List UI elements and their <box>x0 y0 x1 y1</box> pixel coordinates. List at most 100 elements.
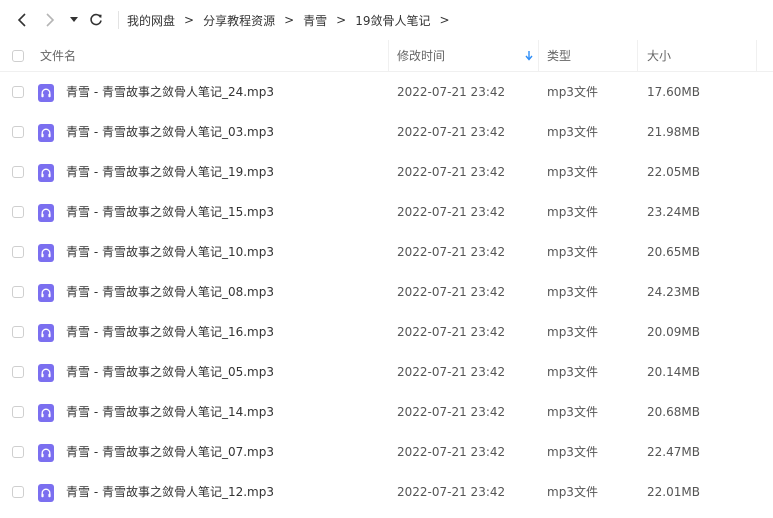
audio-file-icon <box>38 84 54 102</box>
file-row[interactable]: 青雪 - 青雪故事之敛骨人笔记_05.mp3 2022-07-21 23:42 … <box>0 352 773 392</box>
back-button[interactable] <box>12 10 32 30</box>
file-size: 23.24MB <box>647 205 700 219</box>
file-row[interactable]: 青雪 - 青雪故事之敛骨人笔记_14.mp3 2022-07-21 23:42 … <box>0 392 773 432</box>
file-type: mp3文件 <box>547 485 598 499</box>
audio-file-icon <box>38 364 54 382</box>
file-modified-time: 2022-07-21 23:42 <box>397 285 506 299</box>
audio-file-icon <box>38 444 54 462</box>
column-header-modified-label: 修改时间 <box>397 49 446 63</box>
file-name[interactable]: 青雪 - 青雪故事之敛骨人笔记_16.mp3 <box>66 312 274 352</box>
file-modified-time: 2022-07-21 23:42 <box>397 125 506 139</box>
chevron-left-icon <box>17 13 26 27</box>
select-all-checkbox[interactable] <box>12 50 24 62</box>
file-row[interactable]: 青雪 - 青雪故事之敛骨人笔记_15.mp3 2022-07-21 23:42 … <box>0 192 773 232</box>
row-checkbox[interactable] <box>12 486 24 498</box>
column-header-name-label: 文件名 <box>40 49 77 63</box>
file-modified-time: 2022-07-21 23:42 <box>397 485 506 499</box>
audio-file-icon <box>38 324 54 342</box>
file-size: 22.05MB <box>647 165 700 179</box>
file-type: mp3文件 <box>547 125 598 139</box>
breadcrumb-item-current-folder[interactable]: 19敛骨人笔记 <box>355 12 430 29</box>
toolbar-divider <box>118 11 119 29</box>
file-name[interactable]: 青雪 - 青雪故事之敛骨人笔记_07.mp3 <box>66 432 274 472</box>
row-checkbox[interactable] <box>12 326 24 338</box>
file-row[interactable]: 青雪 - 青雪故事之敛骨人笔记_03.mp3 2022-07-21 23:42 … <box>0 112 773 152</box>
chevron-right-icon <box>46 13 55 27</box>
row-checkbox[interactable] <box>12 86 24 98</box>
row-checkbox[interactable] <box>12 286 24 298</box>
file-row[interactable]: 青雪 - 青雪故事之敛骨人笔记_08.mp3 2022-07-21 23:42 … <box>0 272 773 312</box>
breadcrumb-item-my-drive[interactable]: 我的网盘 <box>127 12 175 29</box>
file-name[interactable]: 青雪 - 青雪故事之敛骨人笔记_15.mp3 <box>66 192 274 232</box>
breadcrumb-separator: > <box>184 13 195 27</box>
forward-button[interactable] <box>40 10 60 30</box>
row-checkbox[interactable] <box>12 246 24 258</box>
file-name[interactable]: 青雪 - 青雪故事之敛骨人笔记_05.mp3 <box>66 352 274 392</box>
file-size: 24.23MB <box>647 285 700 299</box>
caret-down-icon <box>70 17 78 22</box>
breadcrumb: 我的网盘 > 分享教程资源 > 青雪 > 19敛骨人笔记 > <box>127 12 459 29</box>
file-size: 21.98MB <box>647 125 700 139</box>
column-header-type-label: 类型 <box>547 49 572 63</box>
file-modified-time: 2022-07-21 23:42 <box>397 245 506 259</box>
file-modified-time: 2022-07-21 23:42 <box>397 325 506 339</box>
file-type: mp3文件 <box>547 205 598 219</box>
toolbar: 我的网盘 > 分享教程资源 > 青雪 > 19敛骨人笔记 > <box>0 0 773 40</box>
file-name[interactable]: 青雪 - 青雪故事之敛骨人笔记_03.mp3 <box>66 112 274 152</box>
breadcrumb-item-qingxue[interactable]: 青雪 <box>303 12 327 29</box>
arrow-down-icon <box>525 50 533 61</box>
column-header-size[interactable]: 大小 <box>638 40 773 72</box>
refresh-icon <box>90 13 102 26</box>
file-name[interactable]: 青雪 - 青雪故事之敛骨人笔记_10.mp3 <box>66 232 274 272</box>
refresh-button[interactable] <box>86 10 106 30</box>
file-type: mp3文件 <box>547 405 598 419</box>
column-header-size-label: 大小 <box>647 49 672 63</box>
file-browser-window: 我的网盘 > 分享教程资源 > 青雪 > 19敛骨人笔记 > 文件名 修改时间 … <box>0 0 773 518</box>
row-checkbox[interactable] <box>12 406 24 418</box>
file-type: mp3文件 <box>547 165 598 179</box>
file-size: 20.65MB <box>647 245 700 259</box>
column-header-type[interactable]: 类型 <box>539 40 638 72</box>
history-dropdown-button[interactable] <box>68 10 80 30</box>
row-checkbox[interactable] <box>12 446 24 458</box>
file-row[interactable]: 青雪 - 青雪故事之敛骨人笔记_10.mp3 2022-07-21 23:42 … <box>0 232 773 272</box>
column-divider[interactable] <box>756 40 757 72</box>
file-size: 20.09MB <box>647 325 700 339</box>
file-type: mp3文件 <box>547 285 598 299</box>
file-modified-time: 2022-07-21 23:42 <box>397 445 506 459</box>
file-row[interactable]: 青雪 - 青雪故事之敛骨人笔记_07.mp3 2022-07-21 23:42 … <box>0 432 773 472</box>
breadcrumb-separator: > <box>284 13 295 27</box>
file-name[interactable]: 青雪 - 青雪故事之敛骨人笔记_14.mp3 <box>66 392 274 432</box>
file-name[interactable]: 青雪 - 青雪故事之敛骨人笔记_12.mp3 <box>66 472 274 512</box>
file-row[interactable]: 青雪 - 青雪故事之敛骨人笔记_19.mp3 2022-07-21 23:42 … <box>0 152 773 192</box>
file-modified-time: 2022-07-21 23:42 <box>397 205 506 219</box>
row-checkbox[interactable] <box>12 366 24 378</box>
file-size: 22.47MB <box>647 445 700 459</box>
file-list: 青雪 - 青雪故事之敛骨人笔记_24.mp3 2022-07-21 23:42 … <box>0 72 773 512</box>
audio-file-icon <box>38 244 54 262</box>
row-checkbox[interactable] <box>12 126 24 138</box>
file-modified-time: 2022-07-21 23:42 <box>397 85 506 99</box>
audio-file-icon <box>38 124 54 142</box>
file-name[interactable]: 青雪 - 青雪故事之敛骨人笔记_19.mp3 <box>66 152 274 192</box>
audio-file-icon <box>38 164 54 182</box>
audio-file-icon <box>38 484 54 502</box>
file-modified-time: 2022-07-21 23:42 <box>397 165 506 179</box>
file-type: mp3文件 <box>547 325 598 339</box>
file-type: mp3文件 <box>547 445 598 459</box>
column-header-modified[interactable]: 修改时间 <box>389 40 539 72</box>
file-row[interactable]: 青雪 - 青雪故事之敛骨人笔记_24.mp3 2022-07-21 23:42 … <box>0 72 773 112</box>
file-size: 17.60MB <box>647 85 700 99</box>
file-row[interactable]: 青雪 - 青雪故事之敛骨人笔记_16.mp3 2022-07-21 23:42 … <box>0 312 773 352</box>
file-name[interactable]: 青雪 - 青雪故事之敛骨人笔记_24.mp3 <box>66 72 274 112</box>
breadcrumb-item-shared-resources[interactable]: 分享教程资源 <box>203 12 275 29</box>
audio-file-icon <box>38 284 54 302</box>
file-type: mp3文件 <box>547 85 598 99</box>
row-checkbox[interactable] <box>12 206 24 218</box>
file-type: mp3文件 <box>547 365 598 379</box>
file-row[interactable]: 青雪 - 青雪故事之敛骨人笔记_12.mp3 2022-07-21 23:42 … <box>0 472 773 512</box>
file-name[interactable]: 青雪 - 青雪故事之敛骨人笔记_08.mp3 <box>66 272 274 312</box>
file-modified-time: 2022-07-21 23:42 <box>397 365 506 379</box>
row-checkbox[interactable] <box>12 166 24 178</box>
column-header-name[interactable]: 文件名 <box>40 40 388 72</box>
